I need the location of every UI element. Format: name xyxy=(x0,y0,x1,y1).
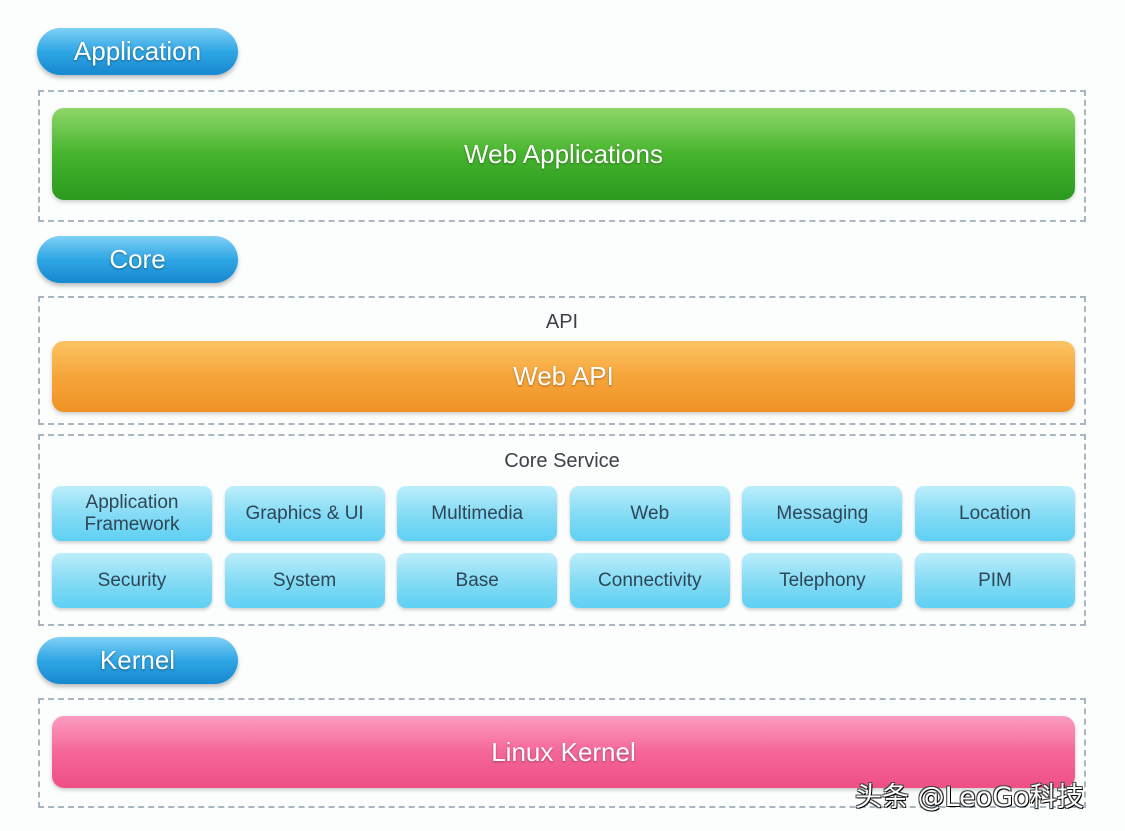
core-service-grid: Application Framework Graphics & UI Multim… xyxy=(52,486,1075,608)
web-applications-block: Web Applications xyxy=(52,108,1075,200)
layer-label-core: Core xyxy=(37,236,238,283)
core-service-title: Core Service xyxy=(504,450,620,472)
core-service-item: System xyxy=(224,553,385,608)
core-service-item: Messaging xyxy=(742,486,903,541)
core-service-item: Connectivity xyxy=(569,553,730,608)
core-service-item: Multimedia xyxy=(397,486,558,541)
core-service-item: Graphics & UI xyxy=(224,486,385,541)
core-service-item: PIM xyxy=(914,553,1075,608)
core-service-item: Base xyxy=(397,553,558,608)
core-service-item: Security xyxy=(52,553,212,608)
web-api-block: Web API xyxy=(52,341,1075,412)
watermark: 头条 @LeoGo科技 xyxy=(855,782,1084,813)
core-service-item: Telephony xyxy=(742,553,903,608)
core-service-item: Location xyxy=(914,486,1075,541)
layer-label-application: Application xyxy=(37,28,238,75)
core-service-item: Application Framework xyxy=(52,486,212,541)
core-service-item: Web xyxy=(569,486,730,541)
api-title: API xyxy=(545,311,579,333)
layer-label-kernel: Kernel xyxy=(37,637,238,684)
